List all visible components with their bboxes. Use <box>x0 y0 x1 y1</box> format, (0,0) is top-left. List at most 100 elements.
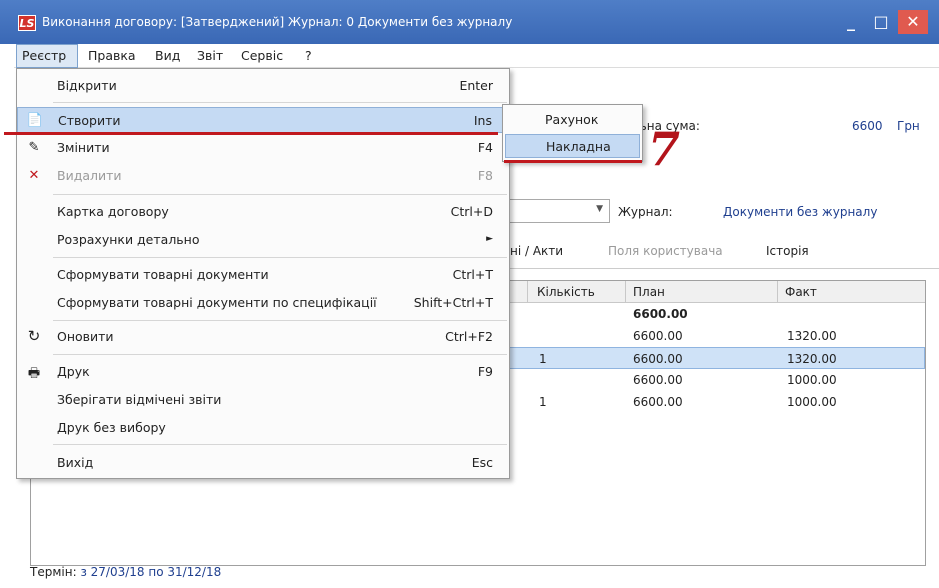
maximize-button[interactable]: □ <box>866 10 896 34</box>
cell-plan: 6600.00 <box>633 307 688 321</box>
menu-item-form-goods-docs-spec[interactable]: Сформувати товарні документи по специфік… <box>17 290 509 316</box>
menu-item-contract-card[interactable]: Картка договору Ctrl+D <box>17 199 509 225</box>
column-quantity[interactable]: Кількість <box>537 285 595 299</box>
status-value: з 27/03/18 по 31/12/18 <box>80 565 222 579</box>
step-number-annotation: 7 <box>648 122 681 176</box>
printer-icon: 🖶 <box>27 366 41 381</box>
cell-plan: 6600.00 <box>633 373 683 387</box>
window-title: Виконання договору: [Затверджений] Журна… <box>42 15 513 29</box>
submenu-item-invoice[interactable]: Рахунок <box>505 108 640 132</box>
journal-label: Журнал: <box>618 205 673 219</box>
title-bar: LS Виконання договору: [Затверджений] Жу… <box>0 0 939 44</box>
type-combo[interactable]: ▼ <box>508 199 610 223</box>
cell-fact: 1320.00 <box>787 352 837 366</box>
menu-item-shortcut: Esc <box>471 455 493 470</box>
menu-item-shortcut: Ctrl+D <box>450 204 493 219</box>
menu-item-label: Створити <box>58 113 121 128</box>
menu-item-shortcut: F4 <box>477 140 493 155</box>
cell-qty: 1 <box>539 352 547 366</box>
red-underline-mark <box>504 160 642 163</box>
submenu-arrow-icon: ► <box>486 234 493 244</box>
menu-item-shortcut: Enter <box>459 78 493 93</box>
chevron-down-icon[interactable]: ▼ <box>596 204 603 214</box>
menu-item-print-no-select[interactable]: Друк без вибору <box>17 415 509 441</box>
menu-item-label: Вихід <box>57 455 94 470</box>
menu-servis[interactable]: Сервіс <box>241 48 283 63</box>
cell-qty: 1 <box>539 395 547 409</box>
menu-help[interactable]: ? <box>305 48 312 63</box>
menu-separator <box>53 257 507 258</box>
journal-value[interactable]: Документи без журналу <box>723 205 877 219</box>
edit-doc-icon: ✎ <box>28 140 40 155</box>
cell-fact: 1000.00 <box>787 373 837 387</box>
tabs-divider <box>508 268 939 269</box>
submenu-item-waybill[interactable]: Накладна <box>505 134 640 158</box>
cell-fact: 1000.00 <box>787 395 837 409</box>
menu-item-label: Оновити <box>57 329 114 344</box>
menu-item-detailed-calc[interactable]: Розрахунки детально ► <box>17 227 509 253</box>
menu-item-shortcut: Ins <box>473 113 492 128</box>
column-divider <box>777 281 778 303</box>
new-doc-icon: 📄 <box>26 113 44 128</box>
menu-item-form-goods-docs[interactable]: Сформувати товарні документи Ctrl+T <box>17 262 509 288</box>
column-fact[interactable]: Факт <box>785 285 817 299</box>
submenu-item-label: Накладна <box>546 139 611 154</box>
close-button[interactable]: ✕ <box>898 10 928 34</box>
menu-item-label: Друк <box>57 364 90 379</box>
menu-item-label: Сформувати товарні документи по специфік… <box>57 295 377 310</box>
menu-item-shortcut: Ctrl+T <box>452 267 493 282</box>
menu-separator <box>53 194 507 195</box>
status-bar: Термін: з 27/03/18 по 31/12/18 <box>30 565 221 579</box>
menu-item-shortcut: F8 <box>477 168 493 183</box>
menu-item-exit[interactable]: Вихід Esc <box>17 450 509 476</box>
menu-item-shortcut: F9 <box>477 364 493 379</box>
menu-item-label: Друк без вибору <box>57 420 166 435</box>
menu-item-label: Відкрити <box>57 78 117 93</box>
menu-item-label: Видалити <box>57 168 122 183</box>
menu-item-label: Сформувати товарні документи <box>57 267 269 282</box>
menu-item-label: Картка договору <box>57 204 169 219</box>
cell-fact: 1320.00 <box>787 329 837 343</box>
refresh-icon: ↻ <box>27 327 41 345</box>
app-logo-icon: LS <box>18 15 36 31</box>
menu-separator <box>53 354 507 355</box>
tab-history[interactable]: Історія <box>766 244 809 258</box>
create-submenu: Рахунок Накладна <box>502 104 643 162</box>
delete-doc-icon: ✕ <box>28 168 40 183</box>
menu-bar: Реєстр Правка Вид Звіт Сервіс ? <box>14 44 939 72</box>
cell-plan: 6600.00 <box>633 395 683 409</box>
menu-item-label: Розрахунки детально <box>57 232 200 247</box>
menu-item-print[interactable]: 🖶 Друк F9 <box>17 359 509 385</box>
menu-item-label: Змінити <box>57 140 110 155</box>
menu-vyd[interactable]: Вид <box>155 48 180 63</box>
menu-zvit[interactable]: Звіт <box>197 48 223 63</box>
menu-item-label: Зберігати відмічені звіти <box>57 392 222 407</box>
menu-item-create[interactable]: 📄 Створити Ins <box>17 107 509 133</box>
menu-item-edit[interactable]: ✎ Змінити F4 <box>17 135 509 161</box>
menu-item-refresh[interactable]: ↻ Оновити Ctrl+F2 <box>17 324 509 350</box>
currency-label: Грн <box>897 119 920 133</box>
tab-user-fields[interactable]: Поля користувача <box>608 244 723 258</box>
column-plan[interactable]: План <box>633 285 665 299</box>
minimize-button[interactable]: _ <box>836 10 866 34</box>
cell-plan: 6600.00 <box>633 352 683 366</box>
menu-item-open[interactable]: Відкрити Enter <box>17 73 509 99</box>
total-sum-value: 6600 <box>852 119 883 133</box>
menu-item-shortcut: Ctrl+F2 <box>445 329 493 344</box>
menu-pravka[interactable]: Правка <box>88 48 136 63</box>
reestr-dropdown-menu: Відкрити Enter 📄 Створити Ins ✎ Змінити … <box>16 68 510 479</box>
red-underline-mark <box>4 132 498 135</box>
column-divider <box>527 281 528 303</box>
menu-item-shortcut: Shift+Ctrl+T <box>413 295 493 310</box>
column-divider <box>625 281 626 303</box>
menu-item-delete[interactable]: ✕ Видалити F8 <box>17 163 509 189</box>
menu-reestr[interactable]: Реєстр <box>22 48 66 63</box>
menu-separator <box>53 102 507 103</box>
menu-separator <box>53 320 507 321</box>
submenu-item-label: Рахунок <box>545 112 599 127</box>
menu-separator <box>53 444 507 445</box>
menu-item-save-marked-reports[interactable]: Зберігати відмічені звіти <box>17 387 509 413</box>
tab-acts[interactable]: ні / Акти <box>510 244 563 258</box>
status-label: Термін: <box>30 565 77 579</box>
cell-plan: 6600.00 <box>633 329 683 343</box>
